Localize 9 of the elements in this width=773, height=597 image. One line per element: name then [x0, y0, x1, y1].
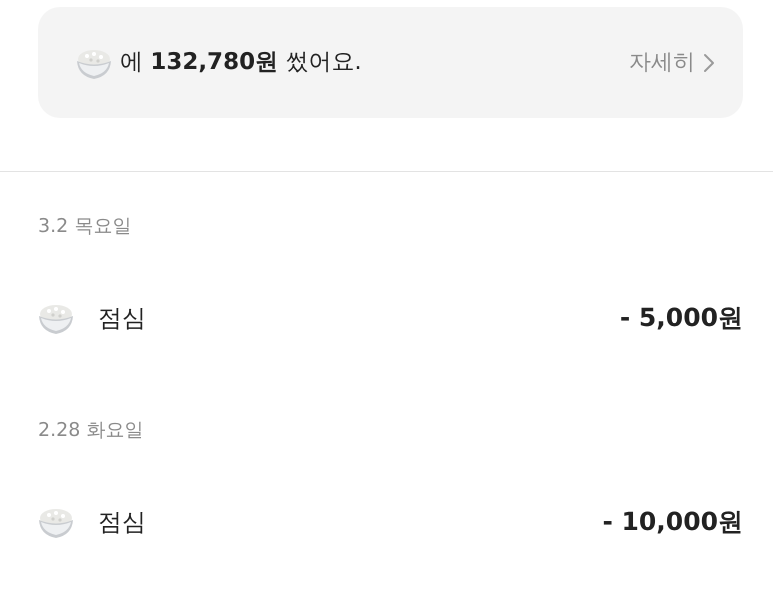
transaction-amount: - 5,000원	[620, 302, 743, 334]
chevron-right-icon	[703, 52, 715, 72]
transaction-title: 점심	[98, 303, 146, 334]
date-heading: 3.2 목요일	[38, 215, 132, 237]
date-heading: 2.28 화요일	[38, 419, 144, 441]
transaction-title: 점심	[98, 507, 146, 538]
details-link[interactable]: 자세히	[629, 46, 715, 79]
summary-text: 에 132,780원 썼어요.	[120, 48, 362, 78]
transaction-amount: - 10,000원	[602, 506, 743, 538]
